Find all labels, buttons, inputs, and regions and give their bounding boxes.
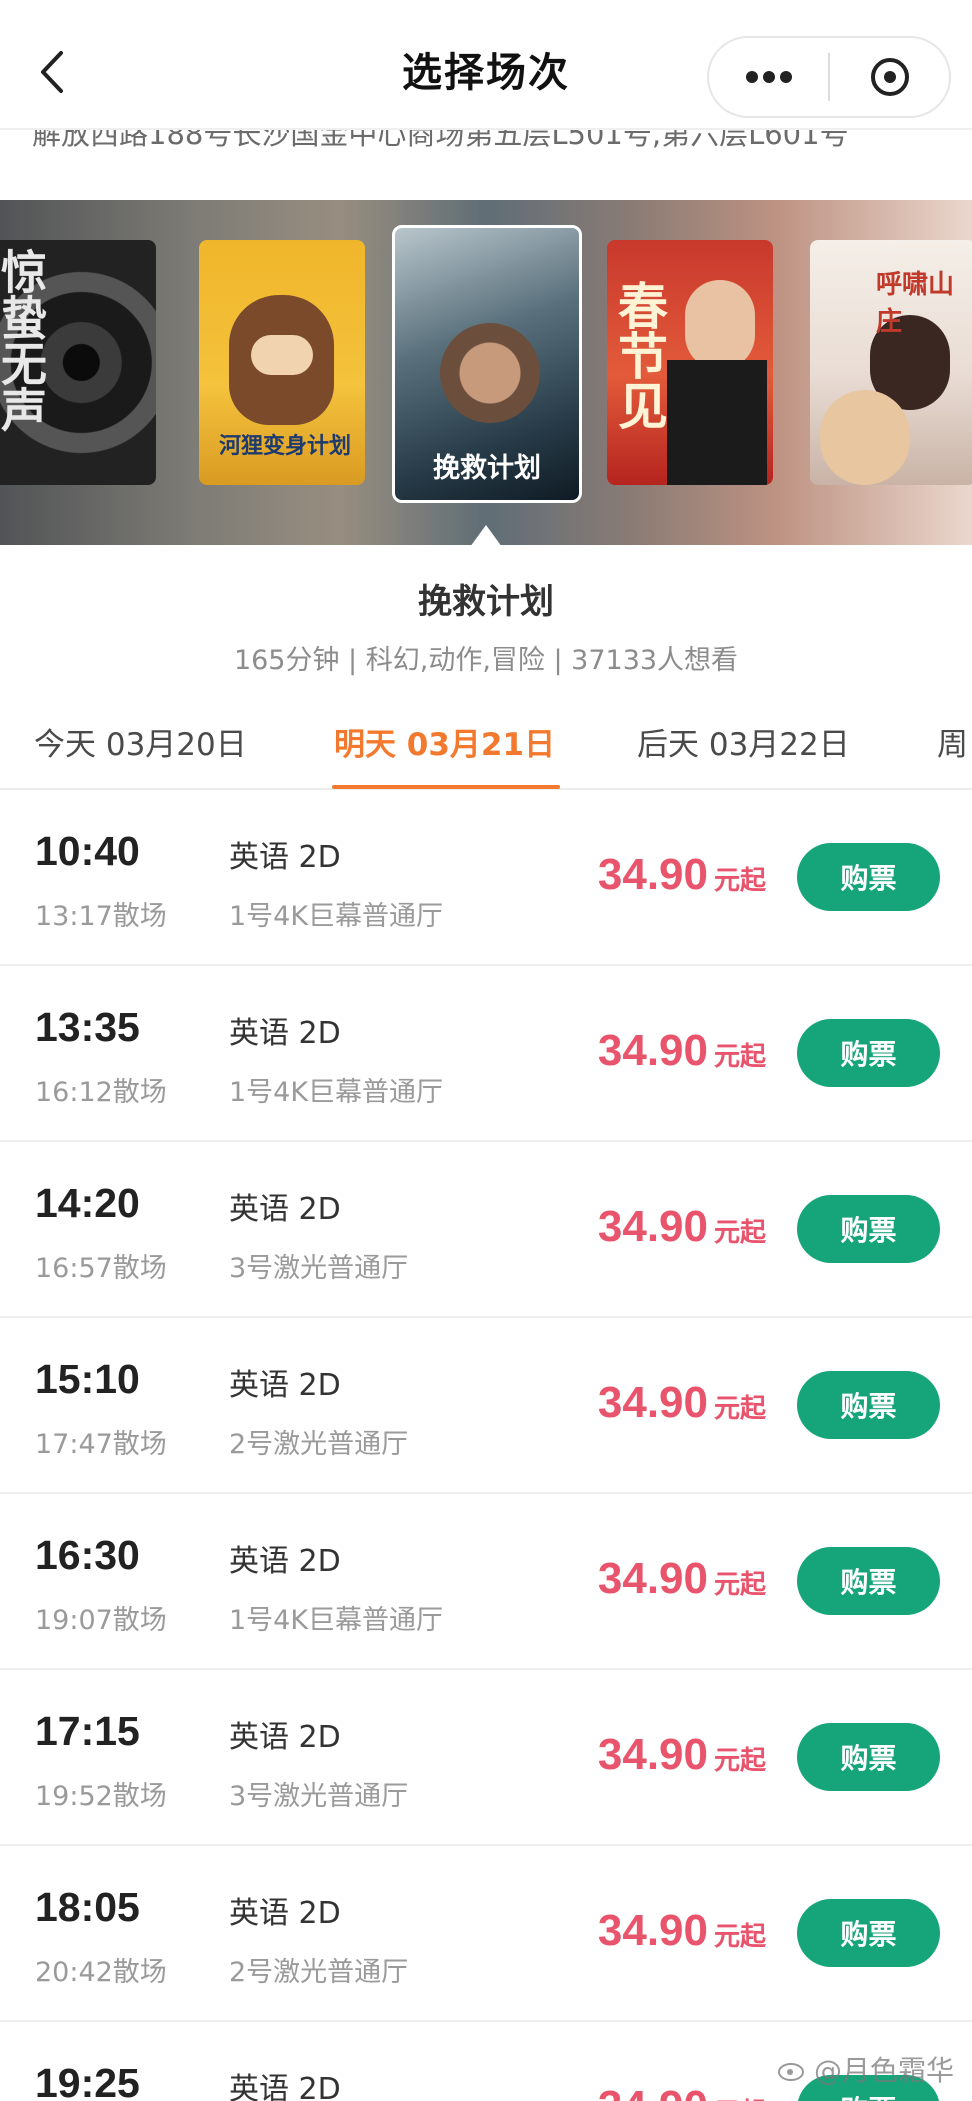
- price: 34.90元起: [598, 1378, 766, 1428]
- close-circle-icon: [870, 58, 909, 96]
- price-value: 34.90: [597, 1730, 708, 1779]
- poster-item[interactable]: 惊蛰无声: [0, 240, 156, 485]
- end-time: 16:57散场: [35, 1253, 167, 1284]
- start-time: 16:30: [35, 1532, 140, 1578]
- showtime-row[interactable]: 17:15 19:52散场 英语 2D 3号激光普通厅 34.90 元起 购票: [0, 1670, 972, 1846]
- price-unit: 元起: [713, 1042, 766, 1072]
- tab-today[interactable]: 今天 03月20日: [34, 720, 247, 770]
- showtime-row[interactable]: 13:35 16:12散场 英语 2D 1号4K巨幕普通厅 34.90 元起 购票: [0, 966, 972, 1142]
- showtime-row[interactable]: 18:05 20:42散场 英语 2D 2号激光普通厅 34.90 元起 购票: [0, 1846, 972, 2022]
- buy-ticket-button[interactable]: 购票: [797, 1899, 940, 1967]
- price: 34.90元起: [598, 1730, 766, 1780]
- hall-name: 1号4K巨幕普通厅: [229, 1605, 444, 1636]
- hall-name: 1号4K巨幕普通厅: [229, 1077, 444, 1108]
- start-time: 10:40: [35, 828, 140, 874]
- buy-ticket-button[interactable]: 购票: [797, 1547, 940, 1615]
- buy-ticket-button[interactable]: 购票: [797, 1371, 940, 1439]
- price: 34.90元起: [598, 1202, 766, 1252]
- start-time: 15:10: [35, 1356, 140, 1402]
- more-dots-icon: [745, 71, 792, 83]
- price-unit: 元起: [713, 1394, 766, 1424]
- carousel-pointer: [470, 525, 502, 547]
- start-time: 14:20: [35, 1180, 140, 1226]
- more-button[interactable]: [709, 38, 828, 116]
- showtime-row[interactable]: 14:20 16:57散场 英语 2D 3号激光普通厅 34.90 元起 购票: [0, 1142, 972, 1318]
- hall-name: 2号激光普通厅: [229, 1429, 409, 1460]
- poster-item[interactable]: 呼啸山庄: [810, 240, 972, 485]
- price-value: 34.90: [598, 2082, 708, 2101]
- buy-ticket-button[interactable]: 购票: [797, 1723, 940, 1791]
- language-format: 英语 2D: [229, 1544, 341, 1579]
- poster-item[interactable]: 河狸变身计划: [199, 240, 365, 485]
- date-tabs: 今天 03月20日 明天 03月21日 后天 03月22日 周: [0, 700, 972, 790]
- movie-meta: 165分钟 | 科幻,动作,冒险 | 37133人想看: [233, 645, 739, 676]
- tab-day-after[interactable]: 后天 03月22日: [637, 720, 850, 770]
- end-time: 19:52散场: [35, 1781, 167, 1812]
- end-time: 16:12散场: [35, 1077, 167, 1108]
- poster-item[interactable]: 春节见: [607, 240, 773, 485]
- price-value: 34.90: [597, 1378, 708, 1427]
- price-unit: 元起: [713, 1218, 766, 1248]
- showtime-row[interactable]: 16:30 19:07散场 英语 2D 1号4K巨幕普通厅 34.90 元起 购票: [0, 1494, 972, 1670]
- price-unit: 元起: [713, 1746, 766, 1776]
- poster-title: 河狸变身计划: [219, 433, 352, 459]
- poster-title: 呼啸山庄: [876, 270, 955, 337]
- language-format: 英语 2D: [229, 2072, 341, 2101]
- movie-title: 挽救计划: [418, 582, 554, 622]
- buy-ticket-button[interactable]: 购票: [797, 1195, 940, 1263]
- price: 34.90元起: [598, 1554, 766, 1604]
- price: 34.90元起: [598, 1906, 766, 1956]
- end-time: 17:47散场: [35, 1429, 167, 1460]
- mini-program-capsule: [707, 36, 951, 118]
- price-value: 34.90: [597, 1906, 708, 1955]
- hall-name: 2号激光普通厅: [229, 1957, 409, 1988]
- price: 34.90元起: [598, 850, 766, 900]
- end-time: 19:07散场: [35, 1605, 167, 1636]
- price-unit: 元起: [713, 1570, 766, 1600]
- watermark-text: @月色霜华: [813, 2054, 954, 2087]
- start-time: 13:35: [35, 1004, 140, 1050]
- tab-week[interactable]: 周: [937, 720, 968, 770]
- hall-name: 3号激光普通厅: [229, 1253, 409, 1284]
- language-format: 英语 2D: [229, 840, 341, 875]
- start-time: 18:05: [35, 1884, 140, 1930]
- showtime-row[interactable]: 15:10 17:47散场 英语 2D 2号激光普通厅 34.90 元起 购票: [0, 1318, 972, 1494]
- end-time: 20:42散场: [35, 1957, 167, 1988]
- hall-name: 1号4K巨幕普通厅: [229, 901, 444, 932]
- price-value: 34.90: [597, 1026, 708, 1075]
- price-value: 34.90: [597, 1554, 708, 1603]
- poster-carousel[interactable]: 惊蛰无声 河狸变身计划 挽救计划 春节见 呼啸山庄: [0, 200, 972, 545]
- showtime-row[interactable]: 10:40 13:17散场 英语 2D 1号4K巨幕普通厅 34.90 元起 购票: [0, 790, 972, 966]
- price: 34.90元起: [598, 1026, 766, 1076]
- tab-tomorrow[interactable]: 明天 03月21日: [334, 720, 555, 770]
- price-value: 34.90: [597, 1202, 708, 1251]
- buy-ticket-button[interactable]: 购票: [797, 843, 940, 911]
- end-time: 13:17散场: [35, 901, 167, 932]
- price-unit: 元起: [713, 866, 766, 896]
- language-format: 英语 2D: [229, 1016, 341, 1051]
- poster-item-active[interactable]: 挽救计划: [392, 225, 582, 503]
- poster-title: 挽救计划: [433, 453, 541, 484]
- buy-ticket-button[interactable]: 购票: [797, 1019, 940, 1087]
- close-button[interactable]: [830, 38, 949, 116]
- language-format: 英语 2D: [229, 1368, 341, 1403]
- start-time: 17:15: [35, 1708, 140, 1754]
- start-time: 19:25: [35, 2060, 140, 2101]
- watermark: @月色霜华: [777, 2049, 954, 2089]
- header-divider: [0, 128, 972, 130]
- price-unit: 元起: [713, 1922, 766, 1952]
- poster-title: 惊蛰无声: [0, 248, 48, 432]
- language-format: 英语 2D: [229, 1192, 341, 1227]
- nav-header: 选择场次: [0, 0, 972, 130]
- price-value: 34.90: [597, 850, 708, 899]
- language-format: 英语 2D: [229, 1720, 341, 1755]
- price: 34.90元起: [598, 2082, 766, 2101]
- weibo-icon: [777, 2063, 804, 2081]
- language-format: 英语 2D: [229, 1896, 341, 1931]
- poster-title: 春节见: [610, 280, 669, 430]
- active-tab-indicator: [332, 785, 560, 789]
- hall-name: 3号激光普通厅: [229, 1781, 409, 1812]
